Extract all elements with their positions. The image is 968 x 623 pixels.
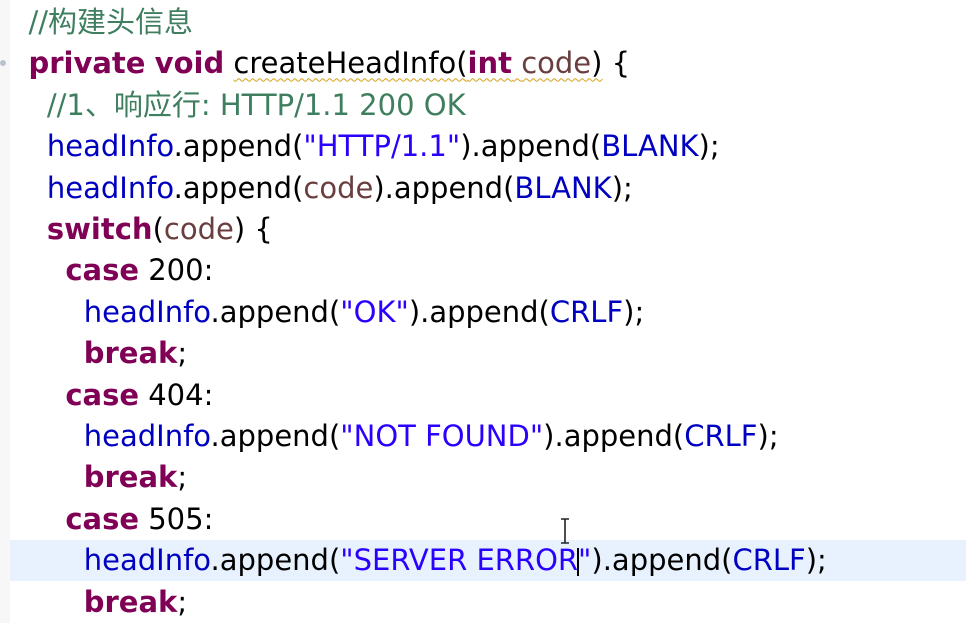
code-token: code [303, 170, 374, 205]
code-line[interactable]: //1、响应行: HTTP/1.1 200 OK [10, 85, 466, 126]
annotation-ruler [0, 0, 10, 623]
code-token: CRLF [732, 543, 806, 578]
code-token: 404: [139, 377, 214, 412]
code-token: 200: [139, 253, 214, 288]
code-token: headInfo [83, 294, 211, 329]
code-token: ; [177, 336, 188, 371]
code-token: int [467, 46, 512, 81]
code-line[interactable]: private void createHeadInfo(int code) { [10, 43, 630, 84]
code-token: BLANK [514, 170, 612, 205]
code-token: "SERVER ERROR [340, 543, 579, 578]
code-token: createHeadInfo( [233, 46, 468, 81]
code-token: headInfo [46, 129, 174, 164]
code-token: ).append( [591, 543, 733, 578]
code-token: .append( [173, 170, 304, 205]
code-token: headInfo [46, 170, 174, 205]
code-token: 505: [139, 501, 214, 536]
code-editor[interactable]: //构建头信息 private void createHeadInfo(int … [0, 0, 968, 623]
code-token: ) { [233, 212, 273, 246]
code-token: break [83, 460, 178, 495]
code-line-current[interactable]: headInfo.append("SERVER ERROR").append(C… [10, 540, 966, 582]
code-token: .append( [210, 294, 341, 329]
code-token: ); [611, 170, 633, 205]
code-token: switch [46, 212, 153, 246]
fold-marker-icon[interactable] [0, 60, 6, 66]
code-line[interactable]: headInfo.append(code).append(BLANK); [10, 168, 633, 209]
code-token: headInfo [83, 419, 211, 453]
code-token: ); [805, 543, 827, 578]
code-token: break [83, 584, 178, 619]
code-token: ); [757, 419, 779, 453]
code-token: headInfo [83, 543, 211, 578]
code-line[interactable]: //构建头信息 [10, 2, 193, 43]
code-token: code [163, 212, 234, 246]
code-token: ).append( [408, 294, 550, 329]
code-token: //构建头信息 [28, 5, 193, 39]
code-token: code [521, 46, 592, 81]
code-token: .append( [173, 129, 304, 164]
code-line[interactable]: case 505: [10, 499, 213, 540]
code-token: break [83, 336, 178, 371]
code-line[interactable]: break; [10, 582, 187, 623]
code-token: .append( [210, 419, 341, 453]
code-token: { [602, 46, 631, 81]
code-line[interactable]: headInfo.append("HTTP/1.1").append(BLANK… [10, 126, 720, 167]
code-token: ; [177, 584, 188, 619]
code-token: ( [152, 212, 164, 246]
code-token: ); [698, 129, 720, 164]
code-token: ); [623, 294, 645, 329]
code-line[interactable]: break; [10, 333, 187, 374]
code-token: //1、响应行: HTTP/1.1 200 OK [46, 87, 466, 122]
code-token: void [154, 46, 225, 81]
code-line[interactable]: headInfo.append("OK").append(CRLF); [10, 292, 644, 333]
code-token: case [65, 501, 140, 536]
code-token: "HTTP/1.1" [303, 129, 461, 164]
code-line[interactable]: case 404: [10, 375, 213, 416]
code-line[interactable]: headInfo.append("NOT FOUND").append(CRLF… [10, 416, 779, 457]
code-line[interactable]: case 200: [10, 250, 213, 291]
code-line[interactable]: break; [10, 457, 187, 498]
code-token: private [28, 46, 146, 81]
code-token: case [65, 377, 140, 412]
code-token: ) [591, 46, 603, 81]
code-token: " [578, 543, 592, 578]
code-token: BLANK [601, 129, 699, 164]
code-token: ; [177, 460, 188, 495]
code-token: .append( [210, 543, 341, 578]
text-ibeam-cursor-icon [561, 518, 569, 544]
code-token: CRLF [684, 419, 758, 453]
code-token: "NOT FOUND" [340, 419, 544, 453]
code-token: case [65, 253, 140, 288]
code-line[interactable]: switch(code) { [10, 209, 273, 250]
code-token: ).append( [373, 170, 515, 205]
code-token: ).append( [460, 129, 602, 164]
code-token: ).append( [543, 419, 685, 453]
code-token: CRLF [549, 294, 624, 329]
code-token: "OK" [340, 294, 409, 329]
